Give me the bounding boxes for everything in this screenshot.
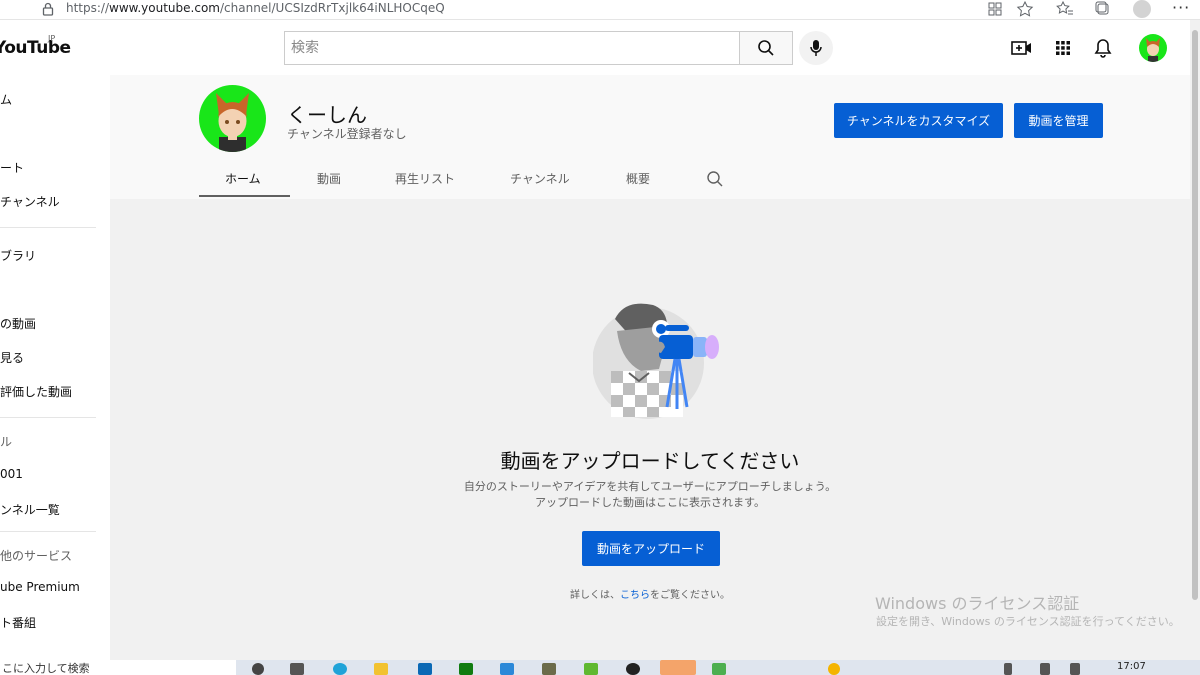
microphone-icon bbox=[810, 40, 822, 56]
sidebar-item-subscriptions[interactable]: チャンネル bbox=[0, 193, 60, 210]
channel-header: くーしん チャンネル登録者なし チャンネルをカスタマイズ 動画を管理 ホーム 動… bbox=[110, 75, 1190, 199]
app-available-icon[interactable] bbox=[985, 0, 1005, 18]
taskbar-clock: 17:07 bbox=[1117, 661, 1146, 672]
subscriber-count: チャンネル登録者なし bbox=[287, 127, 407, 141]
activation-watermark-title: Windows のライセンス認証 bbox=[875, 594, 1080, 613]
description-line-2: アップロードした動画はここに表示されます。 bbox=[535, 496, 765, 509]
sidebar-item-channel-list[interactable]: ンネル一覧 bbox=[0, 501, 60, 518]
upload-video-button[interactable]: 動画をアップロード bbox=[582, 531, 720, 566]
search-button[interactable] bbox=[739, 31, 793, 65]
weather-icon[interactable] bbox=[828, 663, 840, 675]
voice-search-button[interactable] bbox=[799, 31, 833, 65]
search-box bbox=[284, 31, 739, 65]
sidebar-item-channel[interactable]: 001 bbox=[0, 467, 23, 481]
camera-operator-illustration bbox=[593, 303, 719, 419]
browser-profile-icon[interactable] bbox=[1133, 0, 1151, 18]
tab-playlists[interactable]: 再生リスト bbox=[395, 170, 455, 187]
sidebar-item-movies[interactable]: ト番組 bbox=[0, 614, 36, 631]
file-explorer-icon[interactable] bbox=[374, 663, 388, 675]
url-prefix: https:// bbox=[66, 1, 110, 15]
url-path: /channel/UCSIzdRrTxjlk64iNLHOCqeQ bbox=[219, 1, 445, 15]
sidebar-item-shorts[interactable]: ート bbox=[0, 159, 24, 176]
character-avatar-icon bbox=[216, 93, 249, 152]
sidebar-item-your-videos[interactable]: の動画 bbox=[0, 315, 36, 332]
sidebar-item-library[interactable]: ブラリ bbox=[0, 247, 36, 264]
browser-address-bar: https://www.youtube.com/channel/UCSIzdRr… bbox=[0, 0, 1200, 20]
video-camera-plus-icon bbox=[1011, 41, 1031, 55]
xbox-icon[interactable] bbox=[459, 663, 473, 675]
tab-about[interactable]: 概要 bbox=[626, 170, 650, 187]
apps-button[interactable] bbox=[1051, 36, 1075, 60]
learn-suffix: をご覧ください。 bbox=[650, 590, 730, 601]
sidebar-item-watch-later[interactable]: 見る bbox=[0, 349, 24, 366]
manage-videos-button[interactable]: 動画を管理 bbox=[1014, 103, 1103, 138]
account-avatar[interactable] bbox=[1139, 34, 1167, 62]
media-player-icon[interactable] bbox=[584, 663, 598, 675]
app-icon[interactable] bbox=[626, 663, 640, 675]
sidebar-section-more: 他のサービス bbox=[0, 549, 73, 563]
windows-taskbar: こに入力して検索 17:07 bbox=[0, 660, 1200, 675]
sidebar-section-channels: ル bbox=[0, 435, 13, 449]
learn-prefix: 詳しくは、 bbox=[570, 590, 620, 601]
volume-icon[interactable] bbox=[1070, 663, 1080, 675]
mail-icon[interactable] bbox=[418, 663, 432, 675]
channel-search-icon[interactable] bbox=[706, 170, 724, 188]
url-field[interactable]: https://www.youtube.com/channel/UCSIzdRr… bbox=[66, 1, 445, 15]
channel-avatar[interactable] bbox=[199, 85, 266, 152]
sidebar-item-premium[interactable]: ube Premium bbox=[0, 580, 80, 594]
empty-state-title: 動画をアップロードしてください bbox=[500, 449, 800, 473]
app-icon-green[interactable] bbox=[712, 663, 726, 675]
sidebar-divider bbox=[0, 417, 96, 418]
favorite-add-icon[interactable] bbox=[1015, 0, 1035, 18]
activation-watermark-text: 設定を開き、Windows のライセンス認証を行ってください。 bbox=[876, 615, 1180, 628]
notifications-button[interactable] bbox=[1091, 36, 1115, 60]
sidebar-divider bbox=[0, 531, 96, 532]
sidebar-divider bbox=[0, 227, 96, 228]
sidebar: ム ート チャンネル ブラリ の動画 見る 評価した動画 ル 001 ンネル一覧… bbox=[0, 75, 110, 660]
tray-icon[interactable] bbox=[1004, 663, 1012, 675]
sidebar-item-liked-videos[interactable]: 評価した動画 bbox=[0, 383, 72, 400]
widgets-icon[interactable] bbox=[290, 663, 304, 675]
tab-videos[interactable]: 動画 bbox=[317, 170, 341, 187]
url-host: www.youtube.com bbox=[109, 1, 220, 15]
youtube-header: YouTube JP bbox=[0, 20, 1190, 75]
tab-home[interactable]: ホーム bbox=[225, 170, 261, 187]
empty-state-description: 自分のストーリーやアイデアを共有してユーザーにアプローチしましょう。 アップロー… bbox=[110, 479, 1190, 511]
browser-more-icon[interactable]: ··· bbox=[1172, 0, 1190, 17]
active-app-icon[interactable] bbox=[660, 660, 696, 675]
collections-icon[interactable] bbox=[1093, 0, 1113, 18]
create-video-button[interactable] bbox=[1010, 36, 1034, 60]
favorites-icon[interactable] bbox=[1055, 0, 1075, 18]
scrollbar-thumb[interactable] bbox=[1192, 30, 1198, 600]
tab-channels[interactable]: チャンネル bbox=[510, 170, 570, 187]
active-tab-indicator bbox=[199, 195, 290, 197]
apps-grid-icon bbox=[1056, 41, 1070, 55]
search-input[interactable] bbox=[285, 32, 739, 64]
youtube-logo[interactable]: YouTube bbox=[0, 38, 71, 58]
search-icon bbox=[758, 40, 774, 56]
channel-name: くーしん bbox=[287, 103, 367, 127]
task-view-icon[interactable] bbox=[252, 663, 264, 675]
bell-icon bbox=[1094, 39, 1112, 58]
network-icon[interactable] bbox=[1040, 663, 1050, 675]
page-scrollbar[interactable] bbox=[1190, 20, 1200, 660]
sidebar-item-home[interactable]: ム bbox=[0, 91, 12, 108]
taskbar-search[interactable]: こに入力して検索 bbox=[0, 660, 236, 675]
description-line-1: 自分のストーリーやアイデアを共有してユーザーにアプローチしましょう。 bbox=[463, 480, 837, 493]
game-icon[interactable] bbox=[542, 663, 556, 675]
edge-browser-icon[interactable] bbox=[333, 663, 347, 675]
customize-channel-button[interactable]: チャンネルをカスタマイズ bbox=[834, 103, 1003, 138]
lock-icon bbox=[42, 2, 54, 16]
character-avatar-icon bbox=[1146, 38, 1160, 62]
store-icon[interactable] bbox=[500, 663, 514, 675]
region-code: JP bbox=[48, 34, 56, 43]
learn-more-link[interactable]: こちら bbox=[620, 590, 650, 601]
